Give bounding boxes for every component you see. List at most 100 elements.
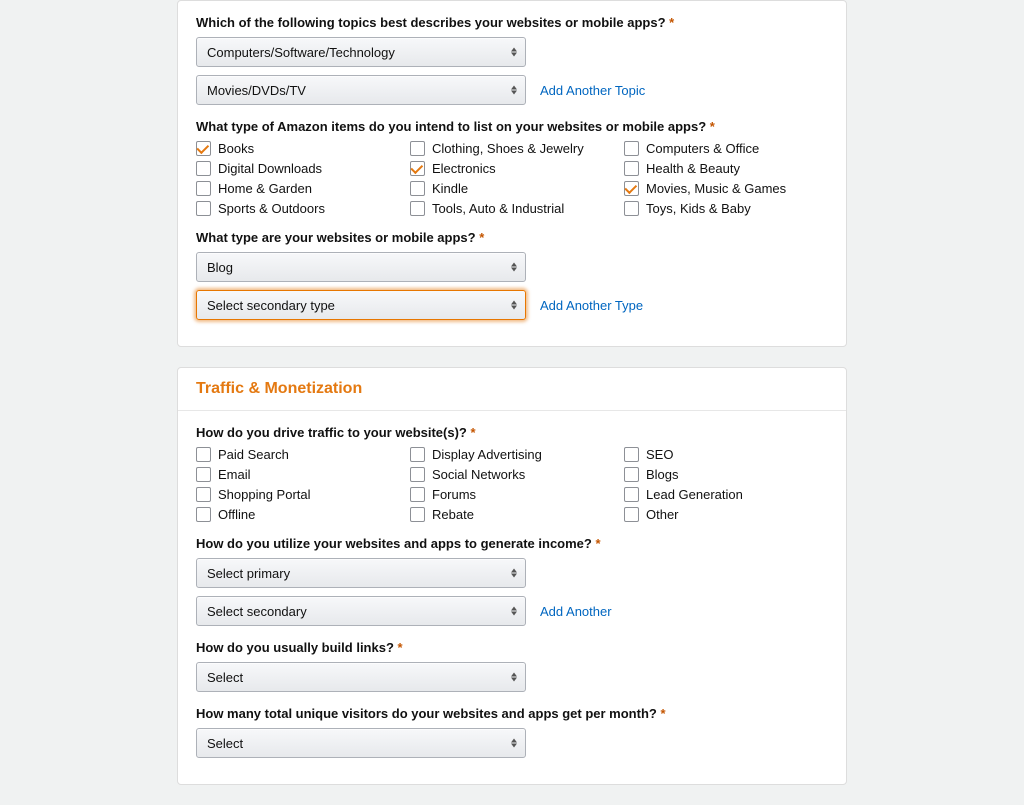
drive-checkbox[interactable] xyxy=(624,467,639,482)
drive-label: Display Advertising xyxy=(432,447,542,462)
add-income-link[interactable]: Add Another xyxy=(540,604,612,619)
traffic-body: How do you drive traffic to your website… xyxy=(178,411,846,784)
visitors-question-text: How many total unique visitors do your w… xyxy=(196,706,657,721)
required-marker: * xyxy=(660,706,665,721)
type-question-text: What type are your websites or mobile ap… xyxy=(196,230,476,245)
item-item: Computers & Office xyxy=(624,141,828,156)
drive-question-text: How do you drive traffic to your website… xyxy=(196,425,467,440)
drive-checkbox[interactable] xyxy=(624,507,639,522)
drive-label: Rebate xyxy=(432,507,474,522)
required-marker: * xyxy=(710,119,715,134)
topics-question-text: Which of the following topics best descr… xyxy=(196,15,666,30)
item-label: Health & Beauty xyxy=(646,161,740,176)
required-marker: * xyxy=(669,15,674,30)
item-label: Computers & Office xyxy=(646,141,759,156)
drive-item: Lead Generation xyxy=(624,487,828,502)
required-marker: * xyxy=(471,425,476,440)
item-label: Home & Garden xyxy=(218,181,312,196)
topics-question: Which of the following topics best descr… xyxy=(196,15,828,30)
drive-item: Paid Search xyxy=(196,447,400,462)
chevron-updown-icon xyxy=(511,86,517,95)
drive-item: Rebate xyxy=(410,507,614,522)
items-question: What type of Amazon items do you intend … xyxy=(196,119,828,134)
chevron-updown-icon xyxy=(511,673,517,682)
item-label: Clothing, Shoes & Jewelry xyxy=(432,141,584,156)
drive-checkbox[interactable] xyxy=(410,507,425,522)
traffic-card: Traffic & Monetization How do you drive … xyxy=(177,367,847,785)
visitors-select[interactable]: Select xyxy=(196,728,526,758)
drive-item: Forums xyxy=(410,487,614,502)
items-question-text: What type of Amazon items do you intend … xyxy=(196,119,706,134)
drive-grid: Paid SearchDisplay AdvertisingSEOEmailSo… xyxy=(196,447,828,522)
item-label: Electronics xyxy=(432,161,496,176)
required-marker: * xyxy=(479,230,484,245)
item-label: Toys, Kids & Baby xyxy=(646,201,751,216)
drive-label: Blogs xyxy=(646,467,679,482)
drive-item: Blogs xyxy=(624,467,828,482)
topic-secondary-select[interactable]: Movies/DVDs/TV xyxy=(196,75,526,105)
item-checkbox[interactable] xyxy=(624,161,639,176)
item-checkbox[interactable] xyxy=(410,161,425,176)
drive-checkbox[interactable] xyxy=(196,447,211,462)
item-item: Clothing, Shoes & Jewelry xyxy=(410,141,614,156)
item-checkbox[interactable] xyxy=(196,161,211,176)
item-item: Tools, Auto & Industrial xyxy=(410,201,614,216)
item-checkbox[interactable] xyxy=(410,141,425,156)
item-item: Electronics xyxy=(410,161,614,176)
item-label: Digital Downloads xyxy=(218,161,322,176)
item-checkbox[interactable] xyxy=(624,141,639,156)
links-value: Select xyxy=(207,670,243,685)
add-topic-link[interactable]: Add Another Topic xyxy=(540,83,645,98)
income-primary-select[interactable]: Select primary xyxy=(196,558,526,588)
drive-label: Offline xyxy=(218,507,255,522)
drive-item: Display Advertising xyxy=(410,447,614,462)
drive-label: SEO xyxy=(646,447,673,462)
drive-checkbox[interactable] xyxy=(410,487,425,502)
drive-label: Forums xyxy=(432,487,476,502)
item-label: Tools, Auto & Industrial xyxy=(432,201,564,216)
item-label: Books xyxy=(218,141,254,156)
item-checkbox[interactable] xyxy=(410,181,425,196)
drive-checkbox[interactable] xyxy=(410,447,425,462)
drive-label: Shopping Portal xyxy=(218,487,311,502)
type-secondary-select[interactable]: Select secondary type xyxy=(196,290,526,320)
type-primary-value: Blog xyxy=(207,260,233,275)
income-question: How do you utilize your websites and app… xyxy=(196,536,828,551)
links-select[interactable]: Select xyxy=(196,662,526,692)
visitors-question: How many total unique visitors do your w… xyxy=(196,706,828,721)
drive-item: SEO xyxy=(624,447,828,462)
income-secondary-select[interactable]: Select secondary xyxy=(196,596,526,626)
item-item: Home & Garden xyxy=(196,181,400,196)
add-type-link[interactable]: Add Another Type xyxy=(540,298,643,313)
drive-label: Lead Generation xyxy=(646,487,743,502)
drive-item: Offline xyxy=(196,507,400,522)
drive-item: Shopping Portal xyxy=(196,487,400,502)
drive-checkbox[interactable] xyxy=(624,447,639,462)
item-checkbox[interactable] xyxy=(624,181,639,196)
chevron-updown-icon xyxy=(511,263,517,272)
type-primary-select[interactable]: Blog xyxy=(196,252,526,282)
item-item: Health & Beauty xyxy=(624,161,828,176)
links-question-text: How do you usually build links? xyxy=(196,640,394,655)
drive-checkbox[interactable] xyxy=(624,487,639,502)
drive-checkbox[interactable] xyxy=(196,467,211,482)
item-label: Sports & Outdoors xyxy=(218,201,325,216)
item-item: Digital Downloads xyxy=(196,161,400,176)
drive-checkbox[interactable] xyxy=(196,507,211,522)
topic-primary-select[interactable]: Computers/Software/Technology xyxy=(196,37,526,67)
item-checkbox[interactable] xyxy=(196,181,211,196)
drive-checkbox[interactable] xyxy=(196,487,211,502)
profile-card: Which of the following topics best descr… xyxy=(177,0,847,347)
drive-checkbox[interactable] xyxy=(410,467,425,482)
type-question: What type are your websites or mobile ap… xyxy=(196,230,828,245)
item-checkbox[interactable] xyxy=(624,201,639,216)
income-primary-value: Select primary xyxy=(207,566,290,581)
drive-item: Email xyxy=(196,467,400,482)
item-checkbox[interactable] xyxy=(410,201,425,216)
item-checkbox[interactable] xyxy=(196,201,211,216)
links-question: How do you usually build links? * xyxy=(196,640,828,655)
item-checkbox[interactable] xyxy=(196,141,211,156)
item-item: Movies, Music & Games xyxy=(624,181,828,196)
income-secondary-value: Select secondary xyxy=(207,604,307,619)
item-item: Toys, Kids & Baby xyxy=(624,201,828,216)
